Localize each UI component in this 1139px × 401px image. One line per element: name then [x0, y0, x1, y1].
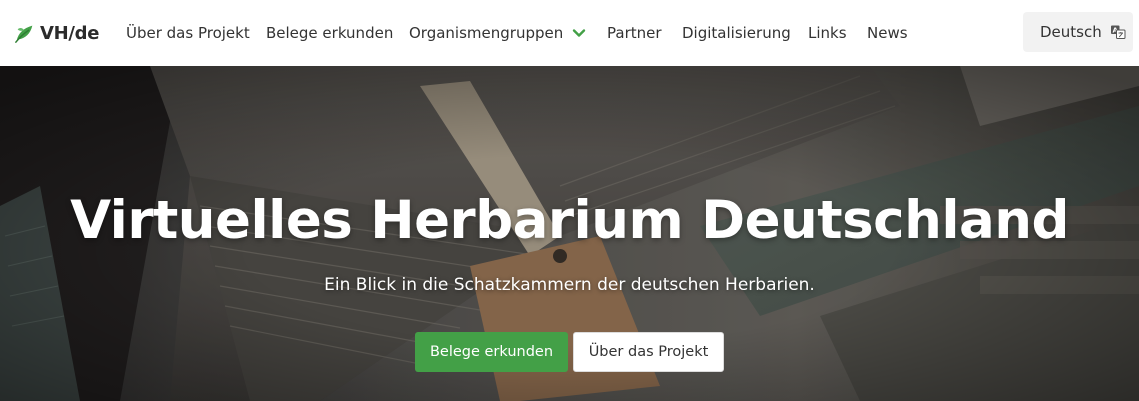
- hero-title: Virtuelles Herbarium Deutschland: [70, 190, 1069, 251]
- explore-specimens-button[interactable]: Belege erkunden: [415, 332, 568, 372]
- nav-item-belege-erkunden[interactable]: Belege erkunden: [266, 22, 393, 44]
- chevron-down-icon: [573, 29, 586, 37]
- hero-subtitle: Ein Blick in die Schatzkammern der deuts…: [324, 275, 815, 295]
- brand-link[interactable]: VH/de: [14, 20, 99, 46]
- leaf-logo-icon: [15, 25, 33, 43]
- nav-item-organismengruppen-label: Organismengruppen: [409, 24, 564, 42]
- nav-item-news[interactable]: News: [867, 22, 908, 44]
- top-navbar: VH/de Über das Projekt Belege erkunden O…: [0, 0, 1139, 66]
- translate-icon: A: [1110, 25, 1126, 39]
- language-label: Deutsch: [1040, 23, 1102, 41]
- nav-item-links[interactable]: Links: [808, 22, 847, 44]
- nav-item-partner[interactable]: Partner: [607, 22, 662, 44]
- nav-item-organismengruppen[interactable]: Organismengruppen: [409, 22, 586, 44]
- hero-section: Virtuelles Herbarium Deutschland Ein Bli…: [0, 66, 1139, 401]
- nav-item-digitalisierung[interactable]: Digitalisierung: [682, 22, 791, 44]
- nav-item-ueber-das-projekt[interactable]: Über das Projekt: [126, 22, 250, 44]
- about-project-button[interactable]: Über das Projekt: [573, 332, 724, 372]
- language-button[interactable]: Deutsch A: [1023, 12, 1133, 52]
- brand-name: VH/de: [40, 22, 100, 44]
